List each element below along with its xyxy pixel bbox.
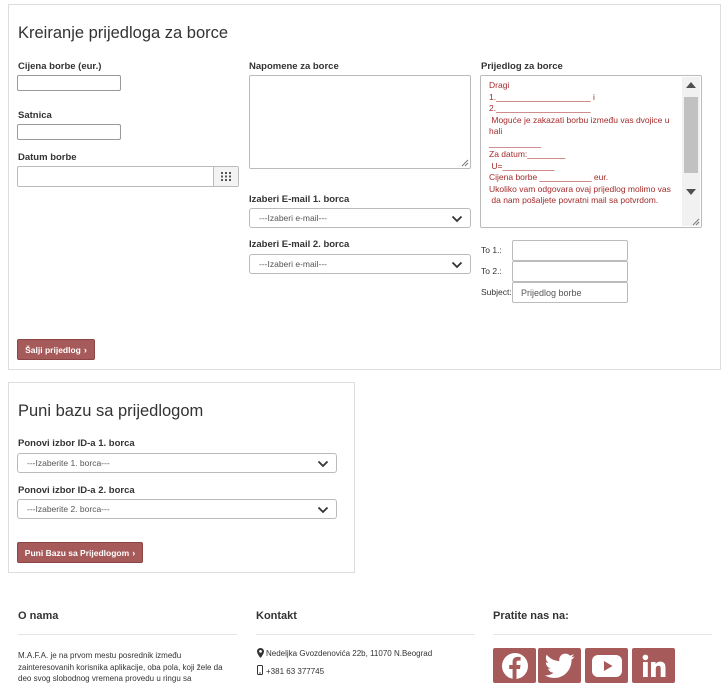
- hourly-label: Satnica: [18, 110, 52, 121]
- subject-input[interactable]: Prijedlog borbe: [512, 282, 628, 303]
- date-input[interactable]: [17, 166, 239, 187]
- to1-label: To 1.:: [481, 245, 502, 255]
- email1-select[interactable]: ---Izaberi e-mail---: [249, 208, 471, 228]
- twitter-icon: [544, 653, 574, 678]
- chevron-down-icon: [451, 261, 463, 269]
- proposal-scrollbar[interactable]: [682, 77, 700, 226]
- id2-select[interactable]: ---Izaberite 2. borca---: [17, 499, 337, 519]
- id2-select-value: ---Izaberite 2. borca---: [27, 504, 110, 514]
- about-text: M.A.F.A. je na prvom mestu posrednik izm…: [18, 651, 223, 683]
- to1-input[interactable]: [512, 240, 628, 261]
- chevron-down-icon: [451, 215, 463, 223]
- email1-label: Izaberi E-mail 1. borca: [249, 194, 350, 205]
- linkedin-link[interactable]: [632, 648, 675, 683]
- notes-textarea[interactable]: [249, 75, 471, 169]
- create-proposal-title: Kreiranje prijedloga za borce: [18, 24, 229, 42]
- phone-icon: [257, 665, 263, 675]
- chevron-right-icon: ›: [132, 547, 136, 558]
- date-label: Datum borbe: [18, 152, 77, 163]
- id1-select[interactable]: ---Izaberite 1. borca---: [17, 453, 337, 473]
- fill-database-title: Puni bazu sa prijedlogom: [18, 402, 204, 420]
- email1-select-value: ---Izaberi e-mail---: [259, 213, 327, 223]
- price-input[interactable]: [17, 75, 121, 91]
- fill-database-label: Puni Bazu sa Prijedlogom: [24, 547, 130, 558]
- id1-select-value: ---Izaberite 1. borca---: [27, 458, 110, 468]
- email2-select-value: ---Izaberi e-mail---: [259, 259, 327, 269]
- scroll-down-arrow-icon[interactable]: [686, 189, 696, 195]
- send-proposal-button[interactable]: Šalji prijedlog ›: [17, 339, 95, 360]
- follow-title: Pratite nas na:: [493, 610, 569, 622]
- phone-text: +381 63 377745: [266, 667, 325, 676]
- facebook-icon: [501, 652, 528, 679]
- twitter-link[interactable]: [538, 648, 581, 683]
- about-title: O nama: [18, 610, 59, 622]
- id2-label: Ponovi izbor ID-a 2. borca: [18, 485, 135, 496]
- map-marker-icon: [257, 648, 264, 658]
- hourly-input[interactable]: [17, 124, 121, 140]
- price-label: Cijena borbe (eur.): [18, 61, 102, 72]
- contact-title: Kontakt: [256, 610, 297, 622]
- chevron-down-icon: [317, 506, 329, 514]
- email2-label: Izaberi E-mail 2. borca: [249, 239, 350, 250]
- email2-select[interactable]: ---Izaberi e-mail---: [249, 254, 471, 274]
- fill-database-button[interactable]: Puni Bazu sa Prijedlogom ›: [17, 542, 143, 563]
- notes-label: Napomene za borce: [249, 61, 339, 72]
- about-divider: [18, 634, 237, 635]
- youtube-link[interactable]: [585, 648, 628, 683]
- contact-divider: [256, 634, 475, 635]
- resize-grip-icon[interactable]: [691, 217, 700, 226]
- resize-grip-icon[interactable]: [460, 158, 469, 167]
- calendar-button[interactable]: [213, 167, 238, 186]
- calendar-grid-icon: [221, 172, 231, 181]
- send-proposal-label: Šalji prijedlog: [25, 344, 81, 355]
- chevron-right-icon: ›: [83, 344, 87, 355]
- proposal-textarea[interactable]: Dragi 1.____________________ i 2._______…: [480, 75, 702, 228]
- to2-label: To 2.:: [481, 266, 502, 276]
- scrollbar-thumb[interactable]: [684, 97, 698, 173]
- scroll-up-arrow-icon[interactable]: [686, 82, 696, 88]
- to2-input[interactable]: [512, 261, 628, 282]
- chevron-down-icon: [317, 460, 329, 468]
- follow-divider: [493, 634, 712, 635]
- linkedin-icon: [642, 654, 665, 677]
- proposal-text: Dragi 1.____________________ i 2._______…: [489, 80, 671, 205]
- youtube-icon: [591, 654, 622, 677]
- subject-label: Subject:: [481, 287, 512, 297]
- facebook-link[interactable]: [493, 648, 536, 683]
- proposal-label: Prijedlog za borce: [481, 61, 563, 72]
- address-text: Nedeljka Gvozdenovića 22b, 11070 N.Beogr…: [266, 649, 433, 658]
- id1-label: Ponovi izbor ID-a 1. borca: [18, 438, 135, 449]
